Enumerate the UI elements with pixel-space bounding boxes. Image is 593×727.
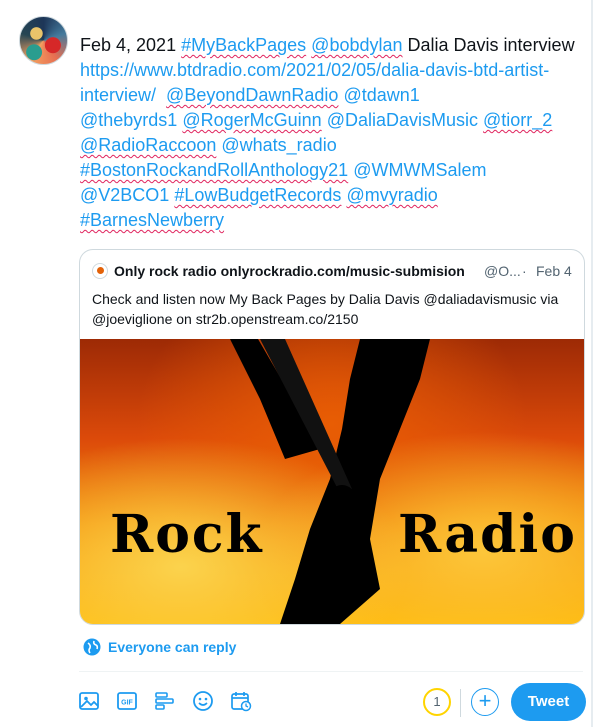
add-tweet-button[interactable]: +	[471, 688, 499, 716]
tweet-plain-text: Dalia Davis interview	[402, 35, 580, 55]
gif-icon[interactable]: GIF	[116, 690, 138, 712]
globe-icon	[83, 638, 101, 656]
hashtag-mybackpages[interactable]: #MyBackPages	[181, 35, 306, 55]
image-icon[interactable]	[78, 690, 100, 712]
mention-mvyradio[interactable]: @mvyradio	[346, 185, 437, 205]
svg-text:GIF: GIF	[121, 700, 133, 707]
quoted-avatar	[92, 263, 108, 279]
mention-thebyrds1[interactable]: @thebyrds1	[80, 110, 177, 130]
divider	[79, 671, 583, 672]
mention-radioraccoon[interactable]: @RadioRaccoon	[80, 135, 216, 155]
mention-rogermcguinn[interactable]: @RogerMcGuinn	[182, 110, 321, 130]
emoji-icon[interactable]	[192, 690, 214, 712]
quoted-tweet-text: Check and listen now My Back Pages by Da…	[92, 291, 559, 327]
mention-beyonddawnradio[interactable]: @BeyondDawnRadio	[166, 85, 338, 105]
mention-tiorr-2[interactable]: @tiorr_2	[483, 110, 552, 130]
poll-icon[interactable]	[154, 690, 176, 712]
mention-tdawn1[interactable]: @tdawn1	[343, 85, 419, 105]
schedule-icon[interactable]	[230, 690, 252, 712]
hashtag-barnesnewberry[interactable]: #BarnesNewberry	[80, 210, 224, 230]
mention-wmwmsalem[interactable]: @WMWMSalem	[353, 160, 486, 180]
hashtag-lowbudgetrecords[interactable]: #LowBudgetRecords	[174, 185, 341, 205]
mention-v2bco1[interactable]: @V2BCO1	[80, 185, 169, 205]
mention-daliadavismusic[interactable]: @DaliaDavisMusic	[327, 110, 478, 130]
quoted-tweet-header: Only rock radio onlyrockradio.com/music-…	[92, 263, 572, 281]
character-counter: 1	[423, 688, 451, 716]
avatar[interactable]	[19, 16, 68, 65]
quoted-author-name: Only rock radio onlyrockradio.com/music-…	[114, 263, 465, 279]
quoted-tweet-card[interactable]: Only rock radio onlyrockradio.com/music-…	[79, 249, 585, 625]
reply-setting-label: Everyone can reply	[108, 639, 237, 655]
quoted-media-image[interactable]: Rock Radio	[80, 339, 584, 624]
quoted-author-handle: @O...	[484, 263, 520, 279]
guitar-silhouette	[230, 339, 430, 624]
quoted-date: Feb 4	[536, 263, 572, 279]
media-text-radio: Radio	[398, 504, 577, 565]
media-text-rock: Rock	[110, 504, 264, 565]
separator-dot: ·	[522, 263, 527, 279]
tweet-button[interactable]: Tweet	[511, 683, 586, 721]
mention-whats-radio[interactable]: @whats_radio	[221, 135, 336, 155]
hashtag-bostonrock[interactable]: #BostonRockandRollAnthology21	[80, 160, 348, 180]
mention-bobdylan[interactable]: @bobdylan	[311, 35, 402, 55]
tweet-text: Feb 4, 2021 #MyBackPages @bobdylan Dalia…	[80, 33, 580, 233]
tweet-date: Feb 4, 2021	[80, 35, 177, 55]
toolbar-separator	[460, 689, 461, 717]
